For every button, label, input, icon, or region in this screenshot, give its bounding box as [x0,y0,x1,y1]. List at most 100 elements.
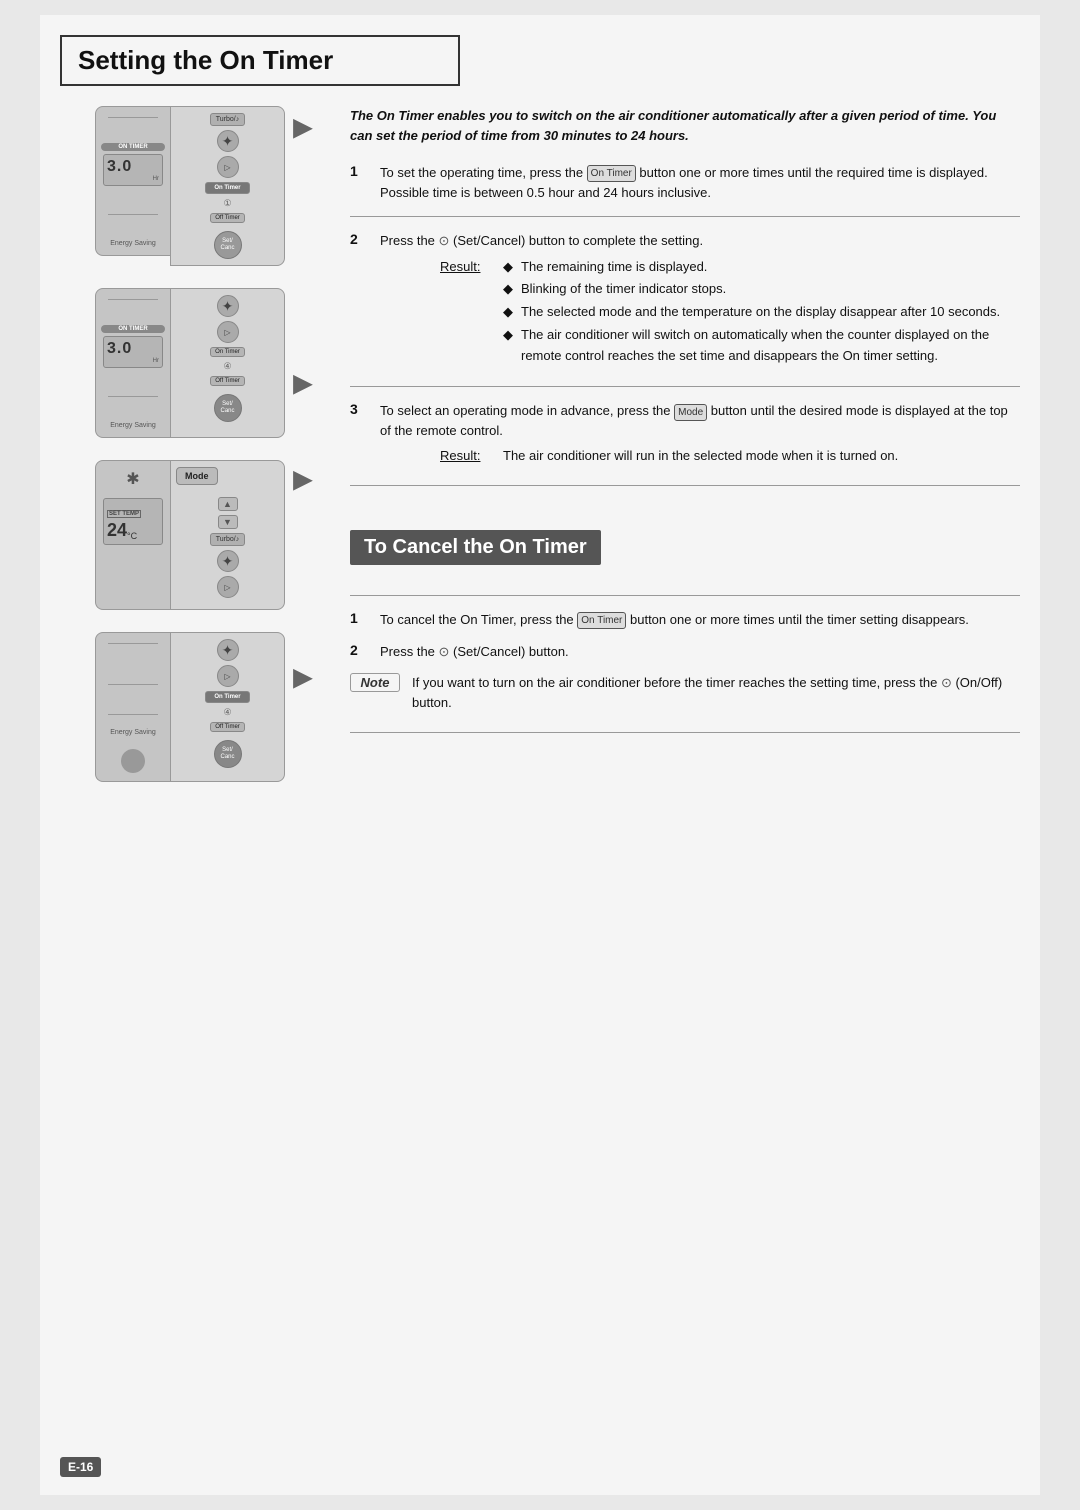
timer-digits-2: 3.0 [107,340,159,358]
cancel-step-2: 2 Press the ⊙ (Set/Cancel) button. [350,642,1020,662]
intro-text: The On Timer enables you to switch on th… [350,106,1020,145]
timer-digits-1: 3.0 [107,158,159,176]
page-title: Setting the On Timer [78,45,442,76]
set-cancel-2: Set/Canc [214,394,242,422]
step-number-3: 3 [350,401,370,417]
down-btn: ▼ [218,515,238,529]
snowflake-icon: ✱ [101,469,165,489]
right-column: The On Timer enables you to switch on th… [340,106,1020,804]
remote-diagram-3: ✱ SET TEMP 24 °C Mode ▶ [60,460,320,610]
fan-btn-4: ✦ [217,639,239,661]
mode-btn: Mode [176,467,218,485]
energy-saving-4: Energy Saving [101,729,165,736]
cancel-step-text-1: To cancel the On Timer, press the On Tim… [380,610,1020,630]
cancel-step-text-2: Press the ⊙ (Set/Cancel) button. [380,642,1020,662]
note-block: Note If you want to turn on the air cond… [350,673,1020,712]
nav-btn-1: ▷ [217,156,239,178]
set-cancel-1: Set/Canc [214,231,242,259]
nav-btn-3: ▷ [217,576,239,598]
set-circle-4: ④ [223,707,231,718]
remote-left-panel-1: ON TIMER 3.0 Hr Energy Saving [95,106,170,256]
energy-saving-1: Energy Saving [101,240,165,247]
pointer-2: ▶ [294,369,312,398]
step-number-1: 1 [350,163,370,179]
step-text-2: Press the ⊙ (Set/Cancel) button to compl… [380,231,1020,372]
set-circle-2: ④ [223,361,231,372]
result-row-2: Result: ◆The remaining time is displayed… [440,257,1020,369]
turbo-btn-1: Turbo/♪ [210,113,245,126]
line-top [108,117,158,118]
set-circle-1: ① [223,198,231,209]
cancel-step-number-2: 2 [350,642,370,658]
left-column: ON TIMER 3.0 Hr Energy Saving Turbo/♪ [60,106,340,804]
divider-5 [350,732,1020,733]
step-text-3: To select an operating mode in advance, … [380,401,1020,471]
remote-diagram-4: Energy Saving ✦ ▷ On Timer ④ Off Timer S… [60,632,320,782]
remote-right-panel-3: Mode ▶ ▲ ▼ Turbo/♪ ✦ ▷ [170,460,285,610]
on-timer-btn-1: On Timer [205,182,249,194]
energy-saving-2: Energy Saving [101,422,165,429]
on-timer-btn-2: On Timer [210,347,245,357]
temp-unit: °C [127,531,137,541]
line-top-4 [108,643,158,644]
spacer [350,500,1020,530]
step-number-2: 2 [350,231,370,247]
result-label-2: Result: [440,257,495,277]
set-temp-label-3: SET TEMP [107,510,141,518]
line-mid-4 [108,684,158,685]
nav-btn-4: ▷ [217,665,239,687]
pointer-1: ▶ [294,113,312,142]
result-item-2-4: ◆The air conditioner will switch on auto… [503,325,1020,367]
cancel-step-number-1: 1 [350,610,370,626]
on-timer-chip-2: ON TIMER [101,325,165,333]
remote-left-panel-2: ON TIMER 3.0 Hr Energy Saving [95,288,170,438]
line-bottom [108,214,158,215]
pointer-3: ▶ [294,465,312,494]
step-1: 1 To set the operating time, press the O… [350,163,1020,202]
on-timer-chip-1: ON TIMER [101,143,165,151]
on-timer-badge-cancel: On Timer [577,612,626,629]
off-timer-btn-2: Off Timer [210,376,245,386]
on-timer-btn-4: On Timer [205,691,249,703]
remote-diagram-1: ON TIMER 3.0 Hr Energy Saving Turbo/♪ [60,106,320,266]
result-items-2: ◆The remaining time is displayed. ◆Blink… [503,257,1020,369]
note-label: Note [350,673,400,692]
result-block-2: Result: ◆The remaining time is displayed… [440,257,1020,369]
turbo-btn-3: Turbo/♪ [210,533,245,546]
up-btn: ▲ [218,497,238,511]
fan-btn-1: ✦ [217,130,239,152]
result-item-2-3: ◆The selected mode and the temperature o… [503,302,1020,323]
off-timer-btn-1: Off Timer [210,213,245,223]
result-item-2-1: ◆The remaining time is displayed. [503,257,1020,278]
line-top-2 [108,299,158,300]
remote-diagram-2: ON TIMER 3.0 Hr Energy Saving ✦ [60,288,320,438]
temp-digits: 24 [107,520,127,541]
note-text: If you want to turn on the air condition… [412,673,1020,712]
result-item-2-2: ◆Blinking of the timer indicator stops. [503,279,1020,300]
remote-right-panel-4: ✦ ▷ On Timer ④ Off Timer Set/Canc ▶ [170,632,285,782]
nav-btn-2: ▷ [217,321,239,343]
remote-right-panel-2: ✦ ▷ On Timer ④ Off Timer Set/Canc ▶ [170,288,285,438]
display-area-1: 3.0 Hr [103,154,163,186]
hr-label-2: Hr [107,358,159,364]
divider-3 [350,485,1020,486]
line-bottom-2 [108,396,158,397]
display-area-3: SET TEMP 24 °C [103,498,163,545]
page: Setting the On Timer ON TIMER 3.0 Hr [40,15,1040,1495]
step-2: 2 Press the ⊙ (Set/Cancel) button to com… [350,231,1020,372]
divider-1 [350,216,1020,217]
pointer-4: ▶ [294,663,312,692]
step-3: 3 To select an operating mode in advance… [350,401,1020,471]
power-btn-4 [121,749,145,773]
line-bot-4 [108,714,158,715]
mode-badge: Mode [674,404,707,421]
result-label-3: Result: [440,446,495,466]
cancel-section-title: To Cancel the On Timer [350,530,601,565]
remote-left-panel-3: ✱ SET TEMP 24 °C [95,460,170,610]
divider-2 [350,386,1020,387]
set-cancel-4: Set/Canc [214,740,242,768]
remote-left-panel-4: Energy Saving [95,632,170,782]
fan-btn-3: ✦ [217,550,239,572]
fan-btn-2: ✦ [217,295,239,317]
page-number: E-16 [60,1457,101,1477]
